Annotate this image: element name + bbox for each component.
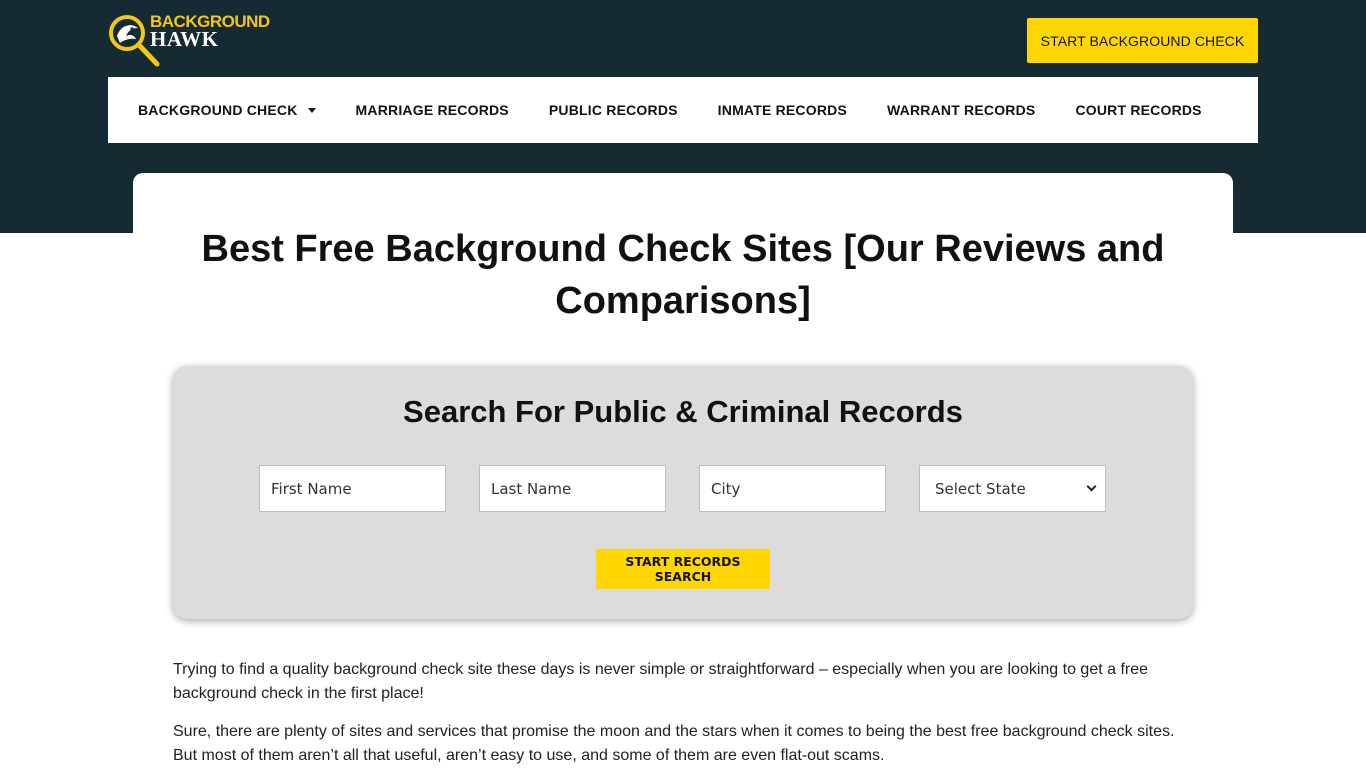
nav-item-warrant-records[interactable]: WARRANT RECORDS <box>887 102 1035 118</box>
nav-item-label: WARRANT RECORDS <box>887 102 1036 118</box>
logo-text-hawk: HAWK <box>150 27 219 51</box>
start-background-check-button[interactable]: START BACKGROUND CHECK <box>1027 18 1258 63</box>
search-heading: Search For Public & Criminal Records <box>403 394 963 429</box>
last-name-input[interactable] <box>479 465 666 512</box>
nav-item-label: COURT RECORDS <box>1075 102 1202 118</box>
nav-item-public-records[interactable]: PUBLIC RECORDS <box>549 102 678 118</box>
nav-item-label: BACKGROUND CHECK <box>138 102 298 118</box>
start-records-search-button[interactable]: START RECORDS SEARCH <box>596 549 770 589</box>
nav-item-court-records[interactable]: COURT RECORDS <box>1075 102 1201 118</box>
first-name-input[interactable] <box>259 465 446 512</box>
nav-item-label: INMATE RECORDS <box>717 102 847 118</box>
page-title: Best Free Background Check Sites [Our Re… <box>201 228 1165 322</box>
caret-down-icon <box>307 107 316 113</box>
chevron-down-icon <box>1086 481 1097 492</box>
state-select-value: Select State <box>935 479 1026 498</box>
nav-item-inmate-records[interactable]: INMATE RECORDS <box>718 102 847 118</box>
nav-item-background-check[interactable]: BACKGROUND CHECK <box>138 102 316 118</box>
nav-item-label: PUBLIC RECORDS <box>548 102 678 118</box>
main-nav: BACKGROUND CHECK MARRIAGE RECORDS PUBLIC… <box>108 77 1258 143</box>
nav-item-marriage-records[interactable]: MARRIAGE RECORDS <box>356 102 509 118</box>
state-select[interactable]: Select State <box>919 465 1106 512</box>
body-paragraph: Sure, there are plenty of sites and serv… <box>173 723 1175 764</box>
nav-item-label: MARRIAGE RECORDS <box>355 102 509 118</box>
city-input[interactable] <box>699 465 886 512</box>
site-logo[interactable]: BACKGROUND HAWK <box>108 12 270 68</box>
intro-paragraph: Trying to find a quality background chec… <box>173 661 1149 702</box>
records-search-panel: Search For Public & Criminal Records Sel… <box>173 366 1193 619</box>
